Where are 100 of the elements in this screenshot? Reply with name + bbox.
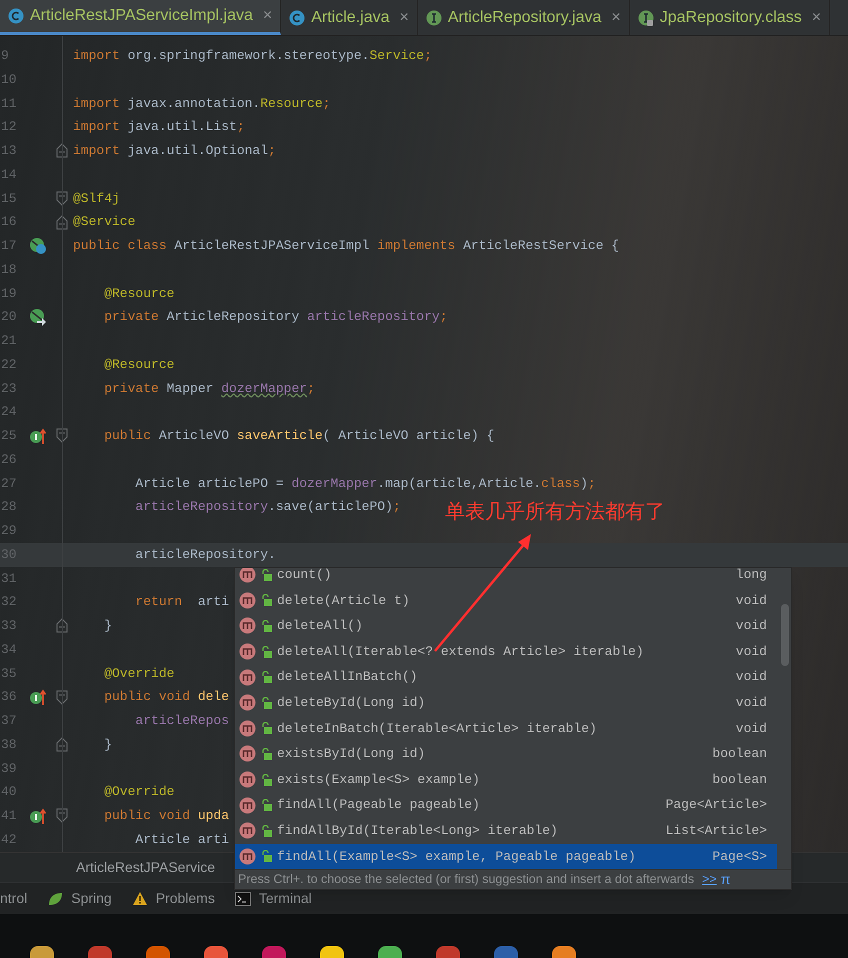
line-number: 9 <box>0 47 10 66</box>
tab-label: ArticleRestJPAServiceImpl.java <box>30 6 253 26</box>
method-signature: count() <box>277 568 333 584</box>
line-number: 37 <box>0 712 18 730</box>
completion-item[interactable]: delete(Article t) void <box>235 588 777 614</box>
completion-item[interactable]: deleteInBatch(Iterable<Article> iterable) void <box>235 716 777 742</box>
hint-link[interactable]: >> <box>702 870 717 889</box>
completion-item[interactable]: existsById(Long id) boolean <box>235 741 777 767</box>
pi-symbol[interactable]: π <box>720 869 730 890</box>
public-lock-icon <box>261 799 272 812</box>
unfold-icon[interactable] <box>56 214 68 230</box>
taskbar-icon[interactable] <box>552 946 576 958</box>
breadcrumb[interactable]: ArticleRestJPAService <box>76 857 216 878</box>
close-tab-icon[interactable]: × <box>262 4 272 28</box>
unfold-icon[interactable] <box>56 737 68 752</box>
implements-method-icon[interactable] <box>29 688 47 706</box>
completion-item[interactable]: findAllById(Iterable<Long> iterable) List<Article> <box>235 818 777 844</box>
code-line: @Resource <box>103 356 174 374</box>
method-signature: deleteInBatch(Iterable<Article> iterable) <box>277 720 598 738</box>
taskbar-icon[interactable] <box>204 946 228 958</box>
editor-tab[interactable]: ArticleRepository.java × <box>418 0 630 35</box>
method-icon <box>239 617 256 634</box>
method-signature: findAll(Example<S> example, Pageable pageable) <box>277 848 637 866</box>
line-number: 21 <box>0 332 18 350</box>
method-signature: exists(Example<S> example) <box>277 770 481 789</box>
line-number: 35 <box>0 664 18 683</box>
code-line: import java.util.Optional; <box>73 142 276 160</box>
editor-tab[interactable]: JpaRepository.class × <box>630 0 830 35</box>
method-icon <box>239 720 256 737</box>
public-lock-icon <box>261 824 272 837</box>
public-lock-icon <box>261 850 272 862</box>
taskbar-icon[interactable] <box>320 946 344 958</box>
method-signature: existsById(Long id) <box>277 745 426 764</box>
public-lock-icon <box>261 748 272 760</box>
public-lock-icon <box>261 620 272 632</box>
fold-icon[interactable] <box>56 808 68 824</box>
tool-window-button[interactable]: Spring <box>47 888 112 909</box>
implements-method-icon[interactable] <box>29 806 47 825</box>
warning-icon <box>132 891 148 906</box>
code-line: private Mapper dozerMapper; <box>103 380 315 398</box>
completion-item[interactable]: count() long <box>235 568 777 588</box>
line-number: 15 <box>0 190 18 208</box>
editor-tab[interactable]: Article.java × <box>281 0 418 35</box>
code-line: return arti <box>134 593 230 612</box>
method-icon <box>239 668 256 686</box>
hint-text: Press Ctrl+. to choose the selected (or first) suggestion and insert a dot afterwards <box>238 871 694 888</box>
close-tab-icon[interactable]: × <box>812 6 822 30</box>
code-line: } <box>103 617 112 636</box>
completion-item[interactable]: deleteById(Long id) void <box>235 690 777 716</box>
code-line: private ArticleRepository articleRepository; <box>103 308 448 326</box>
code-line: Article articlePO = dozerMapper.map(article,Article.class); <box>134 474 596 493</box>
public-lock-icon <box>261 722 272 734</box>
implements-method-icon[interactable] <box>29 426 47 445</box>
line-number: 17 <box>0 237 18 256</box>
line-number: 36 <box>0 688 18 706</box>
taskbar-icon[interactable] <box>30 946 54 958</box>
completion-item[interactable]: deleteAllInBatch() void <box>235 664 777 690</box>
injected-field-icon[interactable] <box>29 308 47 326</box>
method-icon <box>239 848 256 865</box>
completion-item[interactable]: findAll(Example<S> example, Pageable pageable) Page<S> <box>235 844 777 870</box>
completion-item[interactable]: exists(Example<S> example) boolean <box>235 766 777 792</box>
editor-tab[interactable]: ArticleRestJPAServiceImpl.java × <box>0 0 282 35</box>
tool-window-button[interactable]: ntrol <box>0 888 28 909</box>
tool-window-button[interactable]: Problems <box>132 888 215 909</box>
line-number: 32 <box>0 593 18 612</box>
fold-icon[interactable] <box>56 428 68 444</box>
close-tab-icon[interactable]: × <box>399 6 409 30</box>
completion-item[interactable]: deleteAll() void <box>235 613 777 639</box>
unfold-icon[interactable] <box>56 143 68 158</box>
method-signature: delete(Article t) <box>277 592 411 610</box>
taskbar-icon[interactable] <box>378 946 402 958</box>
completion-item[interactable]: findAll(Pageable pageable) Page<Article> <box>235 792 777 818</box>
tab-label: Article.java <box>311 8 390 28</box>
code-line: articleRepository.save(articlePO); <box>134 498 401 516</box>
completion-item[interactable]: deleteAll(Iterable<? extends Article> iterable) void <box>235 638 777 664</box>
code-line: articleRepos <box>134 712 230 730</box>
unfold-icon[interactable] <box>56 618 68 634</box>
code-line: @Override <box>103 783 174 802</box>
code-line: } <box>103 736 112 754</box>
line-number: 40 <box>0 783 18 802</box>
line-number: 12 <box>0 118 18 136</box>
implemented-class-icon[interactable] <box>29 236 47 255</box>
code-line: articleRepository. <box>134 546 276 564</box>
method-signature: deleteById(Long id) <box>277 694 426 712</box>
return-type: void <box>736 720 767 738</box>
method-icon <box>239 771 256 788</box>
close-tab-icon[interactable]: × <box>611 6 621 30</box>
fold-icon[interactable] <box>56 690 68 705</box>
leaf-icon <box>47 890 64 906</box>
tool-window-button[interactable]: Terminal <box>234 888 312 909</box>
line-number: 13 <box>0 142 18 160</box>
line-number: 14 <box>0 166 18 184</box>
code-line: @Slf4j <box>73 190 120 208</box>
method-signature: deleteAll() <box>277 617 364 636</box>
code-line: import org.springframework.stereotype.Service; <box>73 47 432 66</box>
fold-icon[interactable] <box>56 190 68 206</box>
annotation-text: 单表几乎所有方法都有了 <box>445 498 665 525</box>
line-number: 27 <box>0 474 18 493</box>
code-line: public void upda <box>103 807 230 826</box>
scrollbar-thumb[interactable] <box>781 604 789 666</box>
